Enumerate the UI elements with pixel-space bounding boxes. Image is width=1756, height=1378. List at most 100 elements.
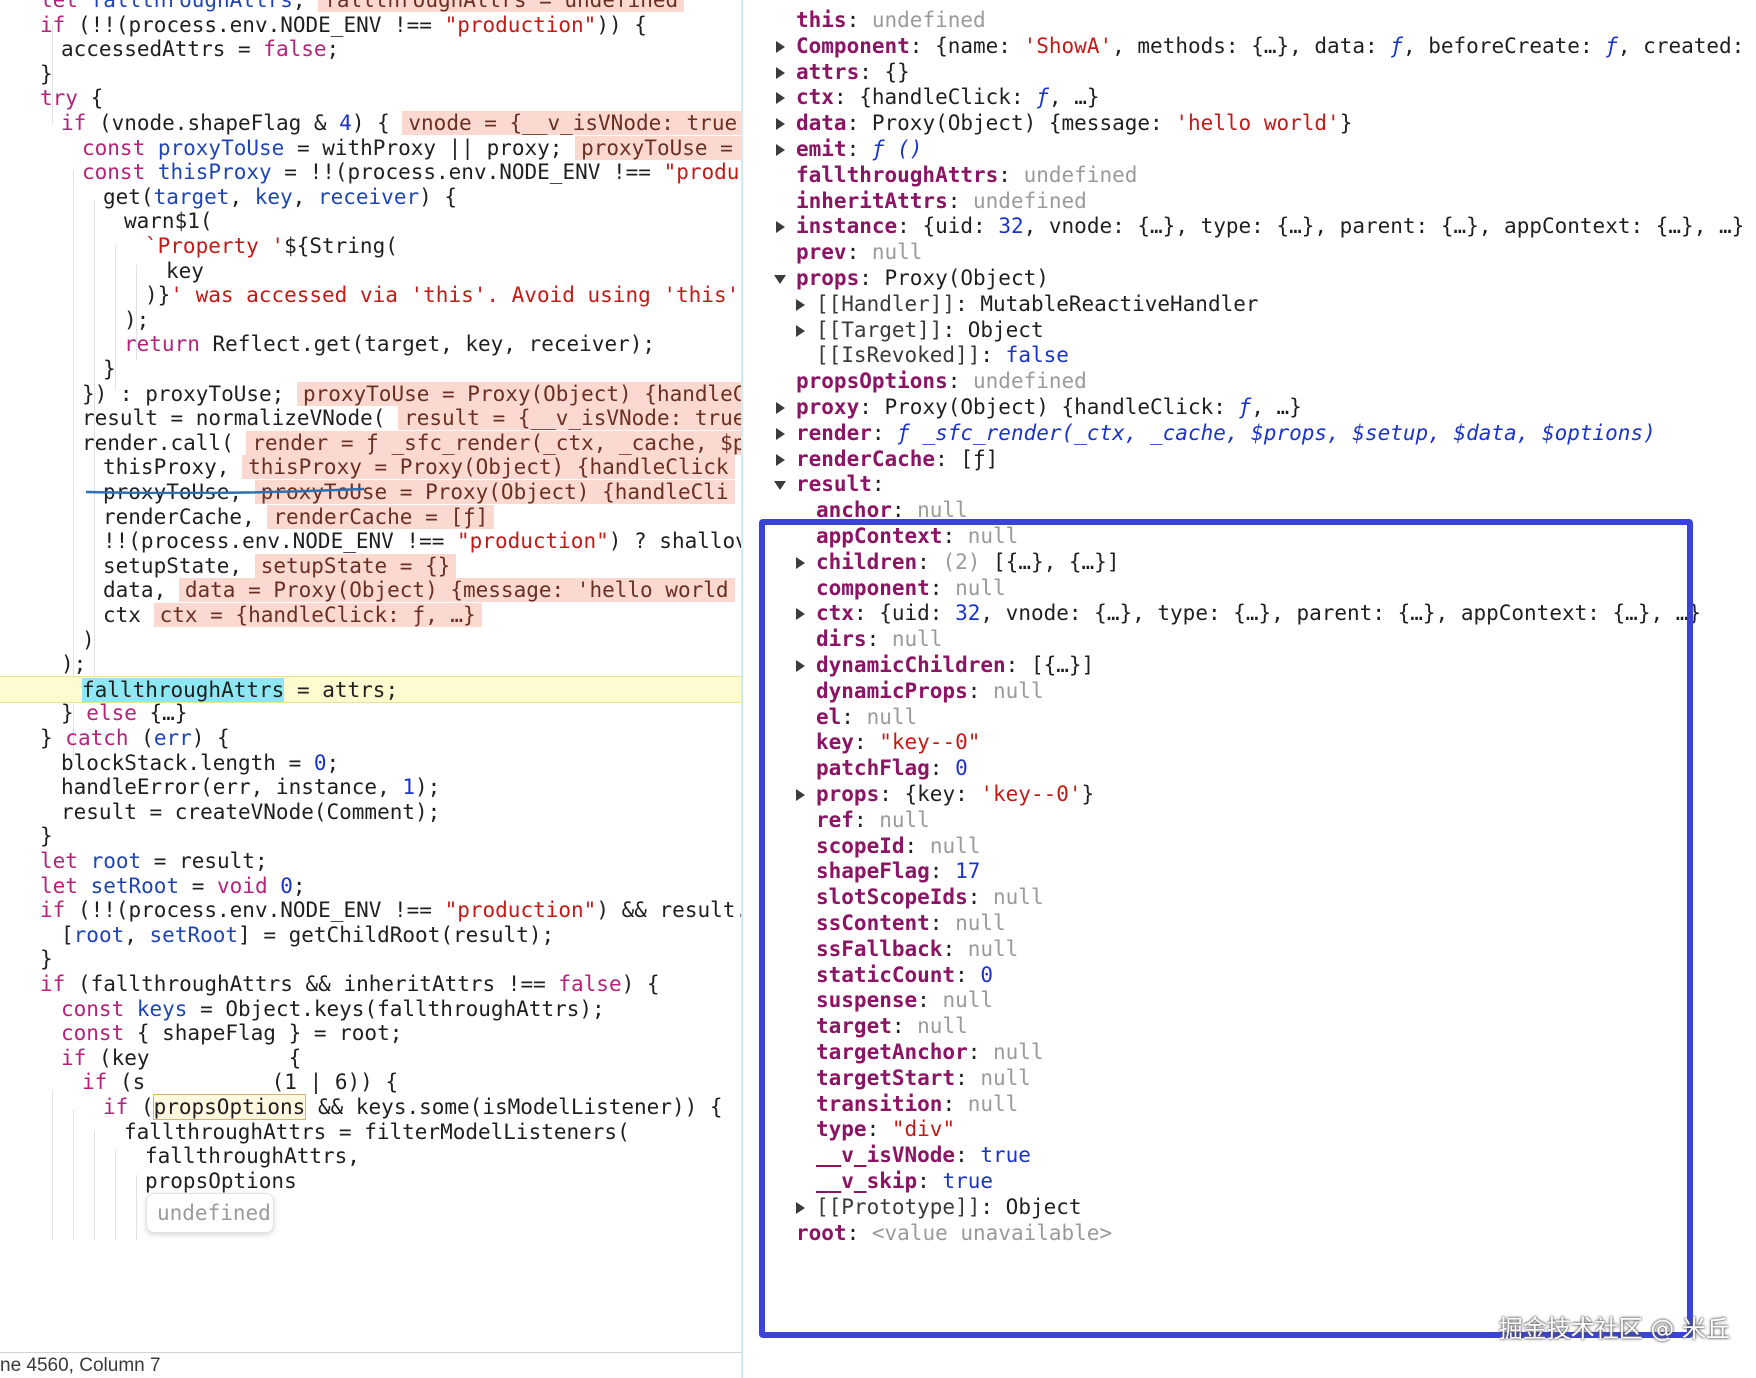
scope-row-appcontext[interactable]: appContext: null [743, 522, 1756, 551]
code-line[interactable]: ); [0, 307, 742, 335]
collapsed-triangle-icon[interactable] [776, 221, 785, 234]
code-line[interactable]: renderCache, renderCache = [ƒ] [0, 504, 742, 532]
code-line[interactable]: render.call( render = ƒ _sfc_render(_ctx… [0, 430, 742, 458]
code-line[interactable]: `Property '${String( [0, 233, 742, 261]
code-line[interactable]: fallthroughAttrs = filterModelListeners( [0, 1119, 742, 1147]
scope-row-sscontent[interactable]: ssContent: null [743, 909, 1756, 938]
collapsed-triangle-icon[interactable] [776, 66, 785, 79]
code-line[interactable]: [root, setRoot] = getChildRoot(result); [0, 922, 742, 950]
scope-row-rendercache[interactable]: renderCache: [ƒ] [743, 445, 1756, 474]
code-line[interactable]: } catch (err) { [0, 725, 742, 753]
scope-row-attrs[interactable]: attrs: {} [743, 58, 1756, 87]
collapsed-triangle-icon[interactable] [796, 298, 805, 311]
code-line[interactable]: let root = result; [0, 848, 742, 876]
scope-row-this[interactable]: this: undefined [743, 6, 1756, 35]
code-line[interactable]: } [0, 946, 742, 974]
collapsed-triangle-icon[interactable] [776, 402, 785, 414]
collapsed-triangle-icon[interactable] [796, 660, 805, 672]
scope-row-fallthroughattrs[interactable]: fallthroughAttrs: undefined [743, 161, 1756, 190]
code-line[interactable]: } [0, 356, 742, 384]
scope-row-type[interactable]: type: "div" [743, 1115, 1756, 1144]
code-line[interactable]: )}' was accessed via 'this'. Avoid using… [0, 282, 742, 310]
code-line[interactable]: const { shapeFlag } = root; [0, 1020, 742, 1048]
code-line[interactable]: const thisProxy = !!(process.env.NODE_EN… [0, 159, 742, 187]
scope-row-props[interactable]: props: {key: 'key--0'} [743, 780, 1756, 809]
collapsed-triangle-icon[interactable] [796, 789, 805, 801]
scope-row-dirs[interactable]: dirs: null [743, 625, 1756, 654]
code-line[interactable]: fallthroughAttrs, [0, 1143, 742, 1171]
code-line[interactable]: accessedAttrs = false; [0, 36, 742, 64]
code-line[interactable]: if (!!(process.env.NODE_ENV !== "product… [0, 897, 742, 925]
scope-row-dynamicprops[interactable]: dynamicProps: null [743, 677, 1756, 706]
code-line[interactable]: return Reflect.get(target, key, receiver… [0, 331, 742, 359]
code-line[interactable]: result = createVNode(Comment); [0, 799, 742, 827]
code-line[interactable]: if (vnode.shapeFlag & 4) { vnode = {__v_… [0, 110, 742, 138]
scope-row-ssfallback[interactable]: ssFallback: null [743, 935, 1756, 964]
scope-row-render[interactable]: render: ƒ _sfc_render(_ctx, _cache, $pro… [743, 419, 1756, 448]
scope-row-staticcount[interactable]: staticCount: 0 [743, 961, 1756, 990]
code-line[interactable]: const keys = Object.keys(fallthroughAttr… [0, 996, 742, 1024]
scope-row-propsoptions[interactable]: propsOptions: undefined [743, 367, 1756, 396]
inline-value[interactable]: setupState = {} [254, 553, 457, 578]
inline-value[interactable]: data = Proxy(Object) {message: 'hello wo… [178, 578, 735, 603]
scope-row-transition[interactable]: transition: null [743, 1090, 1756, 1119]
scope-row-root[interactable]: root: <value unavailable> [743, 1219, 1756, 1248]
code-line[interactable]: data, data = Proxy(Object) {message: 'he… [0, 577, 742, 605]
scope-row-instance[interactable]: instance: {uid: 32, vnode: {…}, type: {…… [743, 212, 1756, 241]
code-line[interactable]: } [0, 823, 742, 851]
scope-row-emit[interactable]: emit: ƒ () [743, 135, 1756, 164]
scope-row-target[interactable]: target: null [743, 1012, 1756, 1041]
scope-row-ctx[interactable]: ctx: {handleClick: ƒ, …} [743, 83, 1756, 112]
code-line[interactable]: if (s (1 | 6)) { [0, 1069, 742, 1097]
collapsed-triangle-icon[interactable] [776, 40, 785, 53]
scope-row-prototype[interactable]: [[Prototype]]: Object [743, 1193, 1756, 1222]
code-line[interactable]: ctx ctx = {handleClick: ƒ, …} [0, 602, 742, 630]
scope-row-data[interactable]: data: Proxy(Object) {message: 'hello wor… [743, 109, 1756, 138]
expanded-triangle-icon[interactable] [774, 275, 786, 284]
collapsed-triangle-icon[interactable] [796, 324, 805, 337]
scope-row-slotscopeids[interactable]: slotScopeIds: null [743, 883, 1756, 912]
code-line[interactable]: ) [0, 627, 742, 655]
code-line[interactable]: const proxyToUse = withProxy || proxy; p… [0, 135, 742, 163]
scope-variables-pane[interactable]: this: undefined Component: {name: 'ShowA'… [743, 0, 1756, 1378]
collapsed-triangle-icon[interactable] [776, 118, 785, 131]
code-line[interactable]: if (!!(process.env.NODE_ENV !== "product… [0, 12, 742, 40]
inline-value[interactable]: ctx = {handleClick: ƒ, …} [153, 603, 482, 627]
current-execution-line[interactable]: fallthroughAttrs = attrs; [0, 675, 742, 704]
source-code-pane[interactable]: let fallthroughAttrs; fallthroughAttrs =… [0, 0, 742, 1378]
code-line[interactable]: key [0, 258, 742, 286]
inline-value[interactable]: result = {__v_isVNode: true, [398, 406, 742, 431]
scope-row-prev[interactable]: prev: null [743, 238, 1756, 267]
inline-value[interactable]: renderCache = [ƒ] [267, 504, 495, 529]
code-line[interactable]: result = normalizeVNode( result = {__v_i… [0, 405, 742, 433]
scope-row-v-isvnode[interactable]: __v_isVNode: true [743, 1141, 1756, 1170]
code-line[interactable]: let setRoot = void 0; [0, 873, 742, 901]
code-line[interactable]: get(target, key, receiver) { [0, 184, 742, 212]
scope-row-handler[interactable]: [[Handler]]: MutableReactiveHandler [743, 290, 1756, 319]
code-line[interactable]: try { [0, 85, 742, 113]
code-line[interactable]: ); [0, 651, 742, 679]
scope-row-scopeid[interactable]: scopeId: null [743, 832, 1756, 861]
scope-row-patchflag[interactable]: patchFlag: 0 [743, 754, 1756, 783]
code-line[interactable]: if (propsOptions && keys.some(isModelLis… [0, 1094, 742, 1122]
scope-row-suspense[interactable]: suspense: null [743, 986, 1756, 1015]
scope-row-props[interactable]: props: Proxy(Object) [743, 264, 1756, 293]
code-line[interactable]: if (key { [0, 1045, 742, 1073]
scope-row-key[interactable]: key: "key--0" [743, 728, 1756, 757]
inline-value[interactable]: fallthroughAttrs = undefined [318, 0, 685, 12]
code-line[interactable]: blockStack.length = 0; [0, 750, 742, 778]
collapsed-triangle-icon[interactable] [776, 92, 785, 105]
code-line[interactable]: setupState, setupState = {} [0, 553, 742, 581]
code-line[interactable]: }) : proxyToUse; proxyToUse = Proxy(Obje… [0, 381, 742, 409]
code-line[interactable]: handleError(err, instance, 1); [0, 774, 742, 802]
collapsed-triangle-icon[interactable] [776, 453, 785, 466]
code-line[interactable]: warn$1( [0, 208, 742, 236]
scope-row-ctx[interactable]: ctx: {uid: 32, vnode: {…}, type: {…}, pa… [743, 599, 1756, 628]
scope-row-v-skip[interactable]: __v_skip: true [743, 1167, 1756, 1196]
expanded-triangle-icon[interactable] [774, 481, 786, 491]
code-line[interactable]: if (fallthroughAttrs && inheritAttrs !==… [0, 971, 742, 999]
scope-row-targetanchor[interactable]: targetAnchor: null [743, 1038, 1756, 1067]
scope-row-component[interactable]: component: null [743, 574, 1756, 603]
collapsed-triangle-icon[interactable] [776, 144, 785, 156]
code-line[interactable]: thisProxy, thisProxy = Proxy(Object) {ha… [0, 454, 742, 482]
